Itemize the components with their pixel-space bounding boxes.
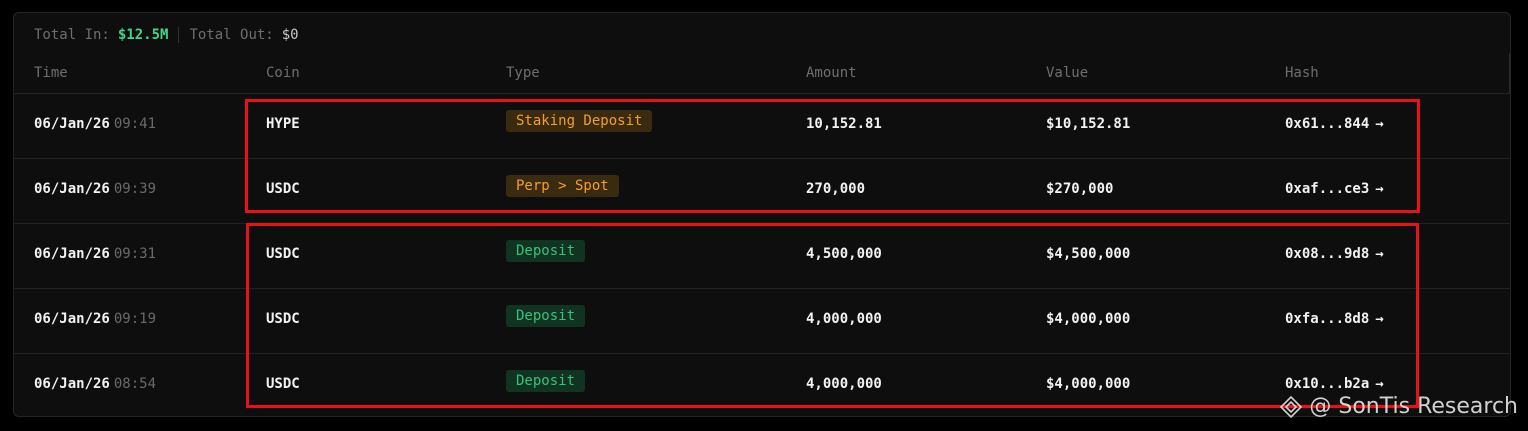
row-value: $10,152.81	[1046, 116, 1131, 132]
row-amount: 4,500,000	[806, 246, 882, 262]
column-header-coin[interactable]: Coin	[266, 65, 300, 81]
row-date: 06/Jan/26	[34, 246, 110, 262]
total-in-label: Total In:	[34, 27, 110, 43]
row-amount: 10,152.81	[806, 116, 882, 132]
row-coin: USDC	[266, 376, 300, 392]
tx-hash-text: 0x08...9d8	[1285, 246, 1370, 262]
watermark: @ SonTis Research	[1279, 394, 1518, 419]
row-value: $4,000,000	[1046, 376, 1131, 392]
summary-divider	[178, 27, 180, 43]
table-row[interactable]: 06/Jan/26 09:19 USDC Deposit 4,000,000 $4,000…	[14, 288, 1510, 353]
row-value: $270,000	[1046, 181, 1114, 197]
watermark-text: @ SonTis Research	[1309, 394, 1518, 419]
row-time: 08:54	[113, 376, 157, 392]
row-date: 06/Jan/26	[34, 116, 110, 132]
row-date: 06/Jan/26	[34, 376, 110, 392]
transfers-panel: Total In: $12.5M Total Out: $0 Time Coin…	[13, 12, 1511, 417]
tx-hash-text: 0xfa...8d8	[1285, 311, 1370, 327]
arrow-right-icon: →	[1375, 376, 1384, 392]
row-timestamp: 06/Jan/26 09:31	[34, 246, 156, 262]
scrollbar-edge	[1509, 53, 1510, 93]
row-coin: USDC	[266, 181, 300, 197]
row-coin: USDC	[266, 246, 300, 262]
table-row[interactable]: 06/Jan/26 09:41 HYPE Staking Deposit 10,152.…	[14, 93, 1510, 158]
tx-hash-link[interactable]: 0x10...b2a →	[1285, 376, 1384, 392]
table-header: Time Coin Type Amount Value Hash	[14, 61, 1510, 85]
row-timestamp: 06/Jan/26 09:39	[34, 181, 156, 197]
row-timestamp: 06/Jan/26 09:41	[34, 116, 156, 132]
row-amount: 4,000,000	[806, 311, 882, 327]
tx-hash-text: 0x10...b2a	[1285, 376, 1370, 392]
column-header-hash[interactable]: Hash	[1285, 65, 1319, 81]
diamond-logo-icon	[1280, 395, 1303, 418]
row-value: $4,000,000	[1046, 311, 1131, 327]
total-out-label: Total Out:	[189, 27, 274, 43]
column-header-type[interactable]: Type	[506, 65, 540, 81]
tx-hash-text: 0x61...844	[1285, 116, 1370, 132]
tx-hash-link[interactable]: 0x61...844 →	[1285, 116, 1384, 132]
arrow-right-icon: →	[1375, 311, 1384, 327]
row-date: 06/Jan/26	[34, 311, 110, 327]
type-badge: Perp > Spot	[506, 175, 619, 197]
row-date: 06/Jan/26	[34, 181, 110, 197]
totals-summary: Total In: $12.5M Total Out: $0	[34, 25, 299, 45]
column-header-time[interactable]: Time	[34, 65, 68, 81]
column-header-value[interactable]: Value	[1046, 65, 1088, 81]
tx-hash-link[interactable]: 0xfa...8d8 →	[1285, 311, 1384, 327]
row-timestamp: 06/Jan/26 09:19	[34, 311, 156, 327]
row-time: 09:41	[113, 116, 157, 132]
tx-hash-link[interactable]: 0x08...9d8 →	[1285, 246, 1384, 262]
arrow-right-icon: →	[1375, 181, 1384, 197]
tx-hash-link[interactable]: 0xaf...ce3 →	[1285, 181, 1384, 197]
table-row[interactable]: 06/Jan/26 09:39 USDC Perp > Spot 270,000 $270…	[14, 158, 1510, 223]
row-amount: 4,000,000	[806, 376, 882, 392]
row-time: 09:31	[113, 246, 157, 262]
total-out-value: $0	[281, 27, 299, 43]
total-in-value: $12.5M	[117, 27, 169, 43]
type-badge: Deposit	[506, 240, 586, 262]
type-badge: Staking Deposit	[506, 110, 653, 132]
table-row[interactable]: 06/Jan/26 09:31 USDC Deposit 4,500,000 $4,500…	[14, 223, 1510, 288]
column-header-amount[interactable]: Amount	[806, 65, 857, 81]
row-amount: 270,000	[806, 181, 866, 197]
type-badge: Deposit	[506, 370, 586, 392]
row-time: 09:39	[113, 181, 157, 197]
arrow-right-icon: →	[1375, 246, 1384, 262]
row-time: 09:19	[113, 311, 157, 327]
row-value: $4,500,000	[1046, 246, 1131, 262]
arrow-right-icon: →	[1375, 116, 1384, 132]
tx-hash-text: 0xaf...ce3	[1285, 181, 1370, 197]
row-timestamp: 06/Jan/26 08:54	[34, 376, 156, 392]
row-coin: USDC	[266, 311, 300, 327]
type-badge: Deposit	[506, 305, 586, 327]
row-coin: HYPE	[266, 116, 300, 132]
